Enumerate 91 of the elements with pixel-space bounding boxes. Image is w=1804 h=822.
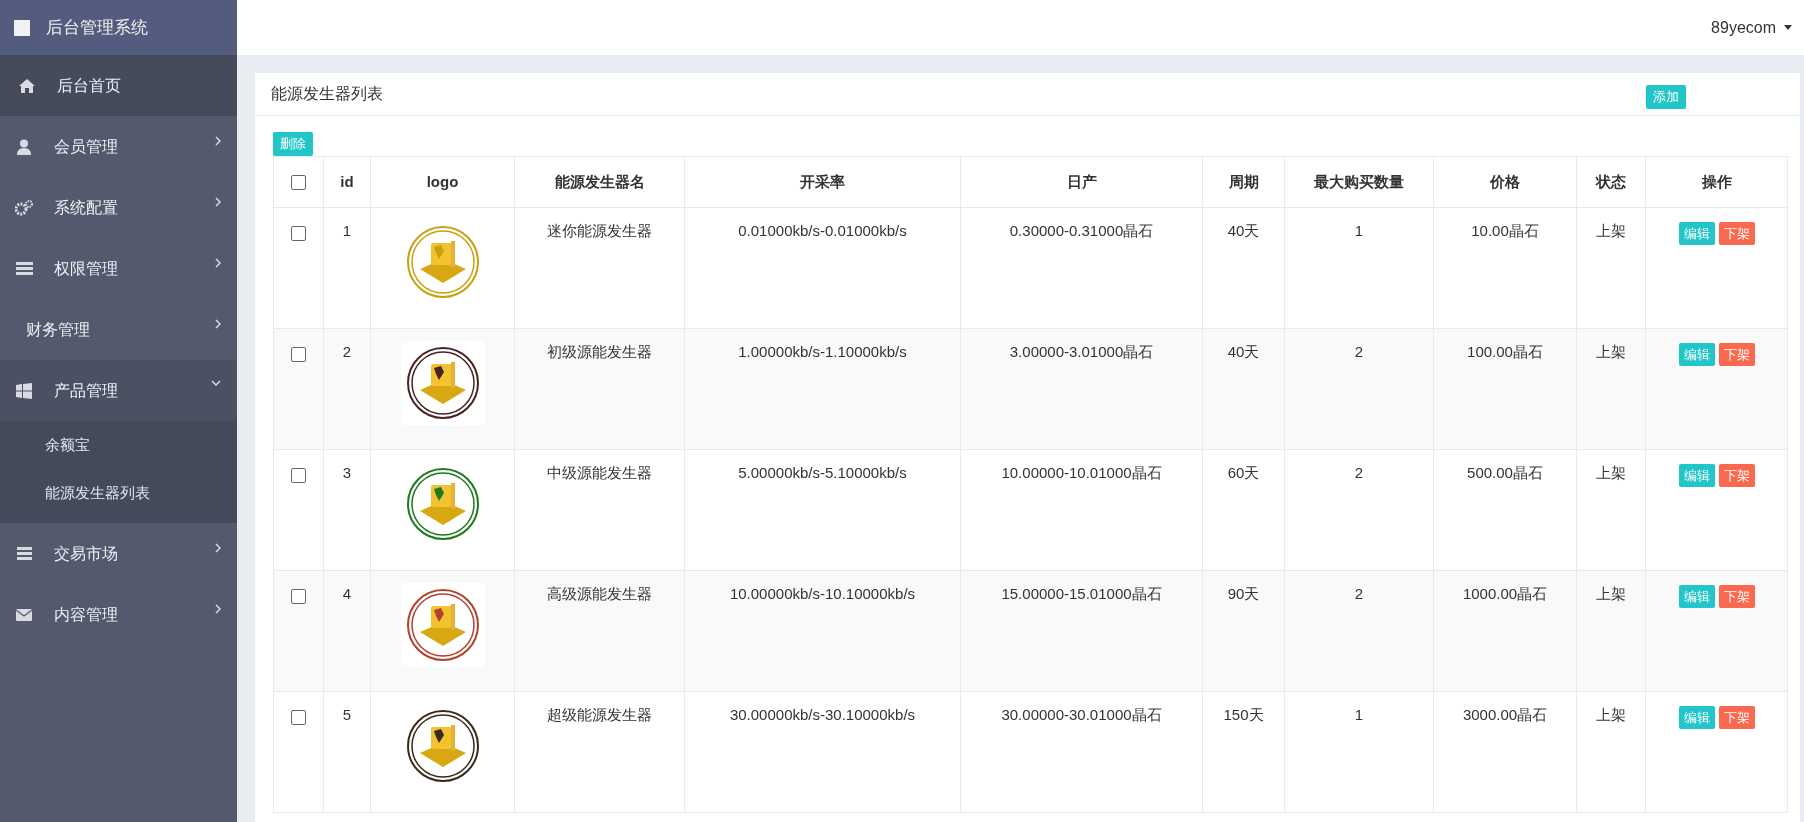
- table-cell: 60天: [1227, 463, 1260, 481]
- column-header: 开采率: [800, 172, 845, 190]
- table-cell: 15.00000-15.01000晶石: [1001, 584, 1162, 602]
- edit-button[interactable]: 编辑: [1678, 463, 1715, 487]
- column-header: id: [340, 172, 354, 190]
- column-header: 日产: [1066, 172, 1097, 190]
- user-icon: [17, 138, 31, 155]
- table-cell: 10.00晶石: [1471, 221, 1539, 239]
- user-menu[interactable]: 89yecom: [1711, 15, 1792, 40]
- table-cell: 初级源能发生器: [547, 342, 652, 360]
- unlist-button[interactable]: 下架: [1718, 584, 1755, 608]
- sidebar-item[interactable]: 产品管理: [0, 360, 237, 421]
- table-cell: 上架: [1596, 705, 1626, 723]
- table-cell: 超级能源发生器: [547, 705, 652, 723]
- edit-button[interactable]: 编辑: [1678, 221, 1715, 245]
- table-cell: 5.00000kb/s-5.10000kb/s: [738, 463, 907, 481]
- table-cell: 2: [342, 342, 352, 360]
- table-cell: 3.00000-3.01000晶石: [1009, 342, 1154, 360]
- table-cell: 2: [1354, 584, 1364, 602]
- table-cell: 3000.00晶石: [1462, 705, 1548, 723]
- table-cell: 1: [342, 221, 352, 239]
- column-header: 最大购买数量: [1314, 172, 1404, 190]
- chevron-right-icon: [215, 197, 221, 207]
- edit-button[interactable]: 编辑: [1678, 342, 1715, 366]
- column-header: logo: [426, 172, 459, 190]
- submenu-item[interactable]: 能源发生器列表: [0, 469, 237, 517]
- menu-icon: [16, 547, 32, 560]
- edit-button[interactable]: 编辑: [1678, 584, 1715, 608]
- panel-title: 能源发生器列表: [271, 84, 383, 104]
- checkbox[interactable]: [291, 468, 306, 484]
- table-cell: 1000.00晶石: [1462, 584, 1548, 602]
- table-cell: 0.01000kb/s-0.01000kb/s: [738, 221, 907, 239]
- envelope-icon: [16, 608, 32, 621]
- table-cell: 90天: [1227, 584, 1260, 602]
- app-title: 后台管理系统: [46, 16, 148, 39]
- unlist-button[interactable]: 下架: [1718, 342, 1755, 366]
- list-icon: [15, 261, 33, 276]
- chevron-right-icon: [215, 319, 221, 329]
- table-cell: 上架: [1596, 584, 1626, 602]
- caret-icon: [1784, 25, 1792, 30]
- home-icon: [19, 78, 35, 93]
- table-cell: 100.00晶石: [1467, 342, 1543, 360]
- gears-icon: [15, 199, 33, 216]
- delete-button[interactable]: 删除: [273, 131, 313, 156]
- table-cell: 上架: [1596, 342, 1626, 360]
- table-cell: 中级源能发生器: [547, 463, 652, 481]
- column-header: 能源发生器名: [554, 172, 645, 190]
- checkbox[interactable]: [291, 347, 306, 363]
- table-cell: 4: [342, 584, 352, 602]
- table-cell: 3: [342, 463, 352, 481]
- add-button[interactable]: 添加: [1646, 85, 1686, 109]
- table-cell: 5: [342, 705, 352, 723]
- column-header: 价格: [1490, 172, 1520, 190]
- table-cell: 2: [1354, 463, 1364, 481]
- checkbox[interactable]: [291, 710, 306, 726]
- column-header: 操作: [1701, 172, 1732, 190]
- windows-icon: [16, 382, 32, 399]
- checkbox[interactable]: [291, 226, 306, 242]
- table-cell: 2: [1354, 342, 1364, 360]
- chevron-right-icon: [215, 604, 221, 614]
- unlist-button[interactable]: 下架: [1718, 221, 1755, 245]
- table-cell: 上架: [1596, 463, 1626, 481]
- square-icon: [14, 19, 30, 36]
- table-cell: 1: [1354, 705, 1364, 723]
- table-cell: 30.00000-30.01000晶石: [1001, 705, 1162, 723]
- table-cell: 500.00晶石: [1467, 463, 1543, 481]
- table-cell: 高级源能发生器: [547, 584, 652, 602]
- table-cell: 1: [1354, 221, 1364, 239]
- chevron-down-icon: [211, 380, 221, 386]
- table-cell: 10.00000kb/s-10.10000kb/s: [729, 584, 916, 602]
- submenu-item[interactable]: 余额宝: [0, 421, 237, 469]
- table-cell: 40天: [1227, 342, 1260, 360]
- table-cell: 0.30000-0.31000晶石: [1009, 221, 1154, 239]
- checkbox[interactable]: [291, 589, 306, 605]
- table-cell: 40天: [1227, 221, 1260, 239]
- column-header: 周期: [1228, 172, 1259, 190]
- chevron-right-icon: [215, 258, 221, 268]
- table-cell: 150天: [1223, 705, 1264, 723]
- chevron-right-icon: [215, 136, 221, 146]
- column-header: 状态: [1596, 172, 1626, 190]
- table-cell: 1.00000kb/s-1.10000kb/s: [738, 342, 907, 360]
- table-cell: 迷你能源发生器: [547, 221, 652, 239]
- table-cell: 上架: [1596, 221, 1626, 239]
- unlist-button[interactable]: 下架: [1718, 463, 1755, 487]
- table-cell: 30.00000kb/s-30.10000kb/s: [729, 705, 916, 723]
- unlist-button[interactable]: 下架: [1718, 705, 1755, 729]
- table-cell: 10.00000-10.01000晶石: [1001, 463, 1162, 481]
- edit-button[interactable]: 编辑: [1678, 705, 1715, 729]
- select-all-checkbox[interactable]: [291, 175, 306, 191]
- chevron-right-icon: [215, 543, 221, 553]
- sidebar-item[interactable]: 后台首页: [0, 55, 237, 116]
